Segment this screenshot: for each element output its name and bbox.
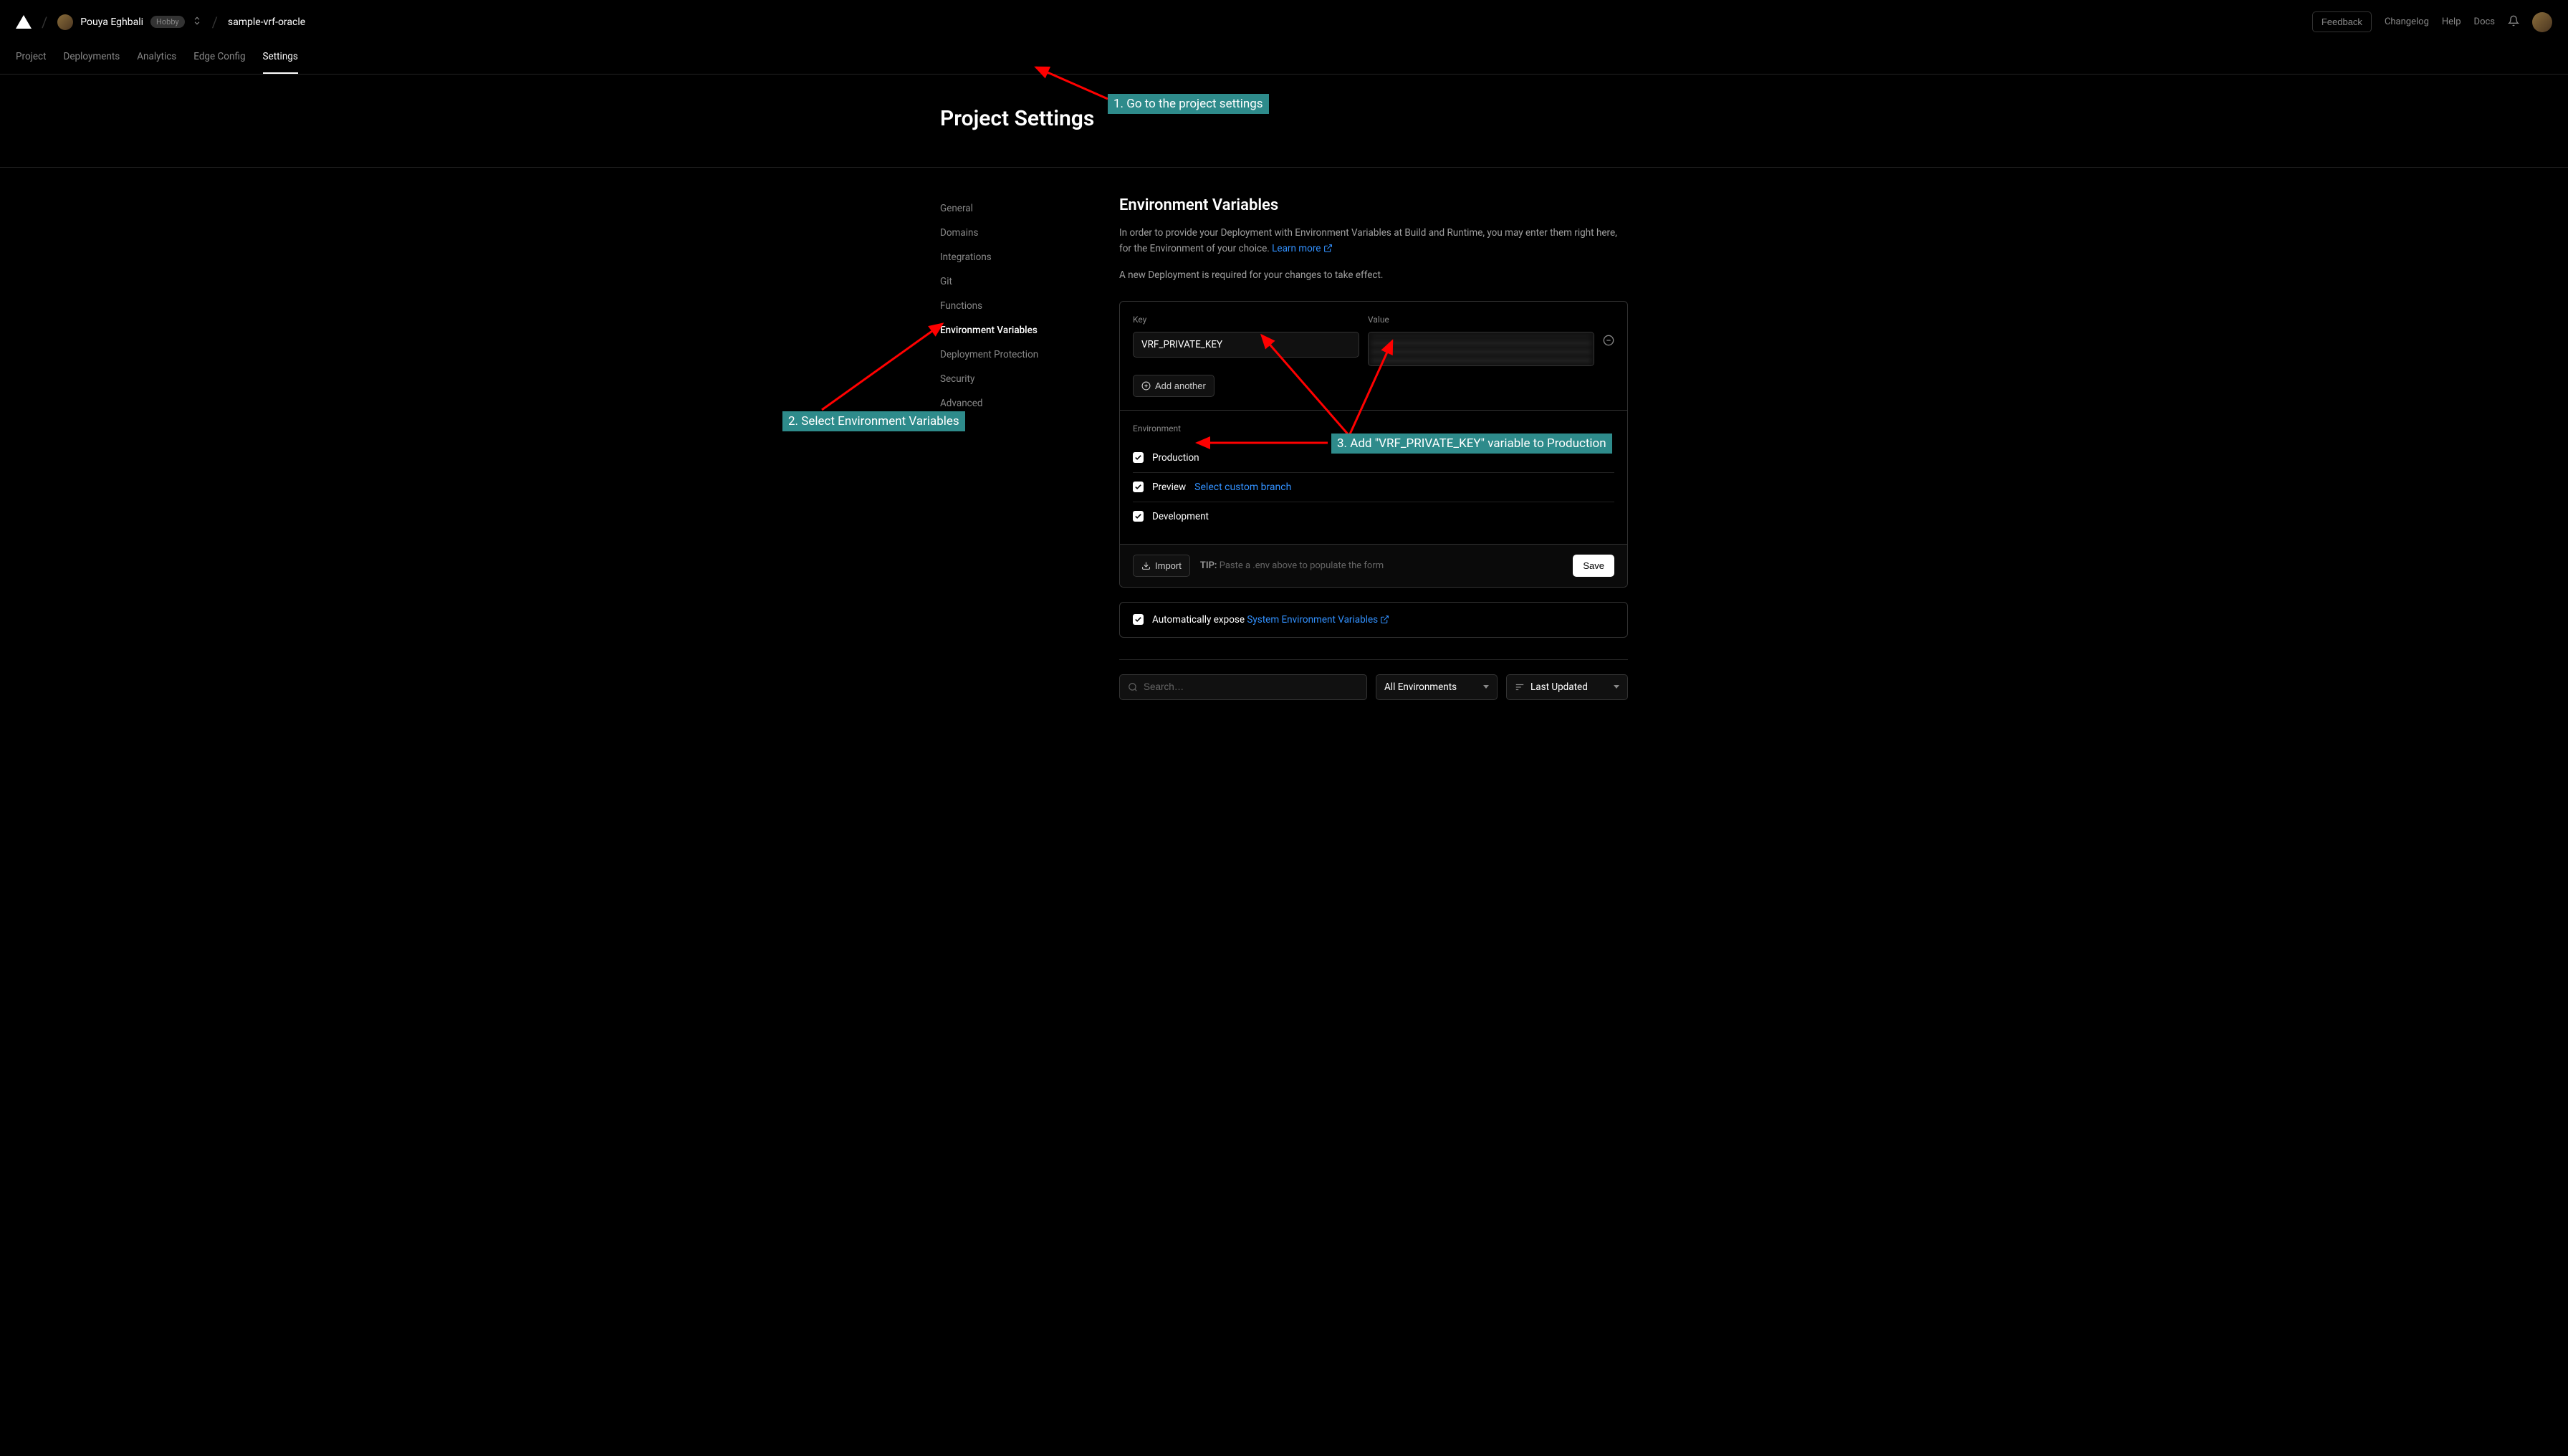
import-button[interactable]: Import bbox=[1133, 555, 1190, 577]
checkbox-preview[interactable] bbox=[1133, 482, 1144, 492]
search-input[interactable] bbox=[1144, 681, 1359, 692]
feedback-button[interactable]: Feedback bbox=[2312, 11, 2372, 32]
user-avatar[interactable] bbox=[2532, 12, 2552, 32]
tab-settings[interactable]: Settings bbox=[263, 44, 298, 74]
filter-environments[interactable]: All Environments bbox=[1376, 674, 1498, 700]
sidebar-item-environment-variables[interactable]: Environment Variables bbox=[940, 318, 1091, 343]
sidebar-item-functions[interactable]: Functions bbox=[940, 294, 1091, 318]
external-link-icon bbox=[1380, 615, 1389, 624]
sidebar-item-deployment-protection[interactable]: Deployment Protection bbox=[940, 343, 1091, 367]
filter-sort-label: Last Updated bbox=[1530, 681, 1588, 693]
deployment-note: A new Deployment is required for your ch… bbox=[1119, 268, 1628, 284]
sidebar-item-domains[interactable]: Domains bbox=[940, 221, 1091, 245]
key-label: Key bbox=[1133, 315, 1359, 325]
annotation-3: 3. Add "VRF_PRIVATE_KEY" variable to Pro… bbox=[1331, 434, 1612, 454]
page-header: Project Settings 1. Go to the project se… bbox=[0, 75, 2568, 168]
sidebar-item-integrations[interactable]: Integrations bbox=[940, 245, 1091, 269]
page-title: Project Settings bbox=[940, 106, 1628, 131]
expose-text: Automatically expose System Environment … bbox=[1152, 614, 1389, 626]
check-icon bbox=[1134, 512, 1142, 520]
sidebar-item-security[interactable]: Security bbox=[940, 367, 1091, 391]
chevron-down-icon bbox=[1483, 685, 1489, 689]
breadcrumb-slash: / bbox=[42, 14, 47, 31]
vercel-logo-icon[interactable] bbox=[16, 15, 32, 29]
tab-edge-config[interactable]: Edge Config bbox=[193, 44, 245, 74]
import-label: Import bbox=[1155, 560, 1182, 571]
avatar-icon bbox=[57, 14, 73, 30]
save-button[interactable]: Save bbox=[1573, 555, 1614, 577]
add-another-label: Add another bbox=[1155, 380, 1206, 391]
user-name: Pouya Eghbali bbox=[80, 16, 143, 28]
download-icon bbox=[1141, 561, 1151, 570]
checkbox-development[interactable] bbox=[1133, 511, 1144, 522]
section-description: In order to provide your Deployment with… bbox=[1119, 226, 1628, 257]
tip-text: TIP: Paste a .env above to populate the … bbox=[1200, 560, 1384, 571]
section-desc-text: In order to provide your Deployment with… bbox=[1119, 227, 1617, 254]
filter-sort[interactable]: Last Updated bbox=[1506, 674, 1628, 700]
checkbox-expose[interactable] bbox=[1133, 614, 1144, 625]
top-header: / Pouya Eghbali Hobby / sample-vrf-oracl… bbox=[0, 0, 2568, 44]
remove-row-icon[interactable] bbox=[1603, 335, 1614, 349]
expose-link-label: System Environment Variables bbox=[1247, 614, 1378, 626]
chevron-down-icon bbox=[1614, 685, 1619, 689]
section-title: Environment Variables bbox=[1119, 196, 1628, 214]
learn-more-link[interactable]: Learn more bbox=[1272, 243, 1333, 254]
plus-circle-icon bbox=[1141, 381, 1151, 391]
env-row-development: Development bbox=[1133, 502, 1614, 531]
tab-deployments[interactable]: Deployments bbox=[64, 44, 120, 74]
check-icon bbox=[1134, 616, 1142, 623]
search-box[interactable] bbox=[1119, 674, 1367, 700]
annotation-1: 1. Go to the project settings bbox=[1108, 94, 1269, 114]
env-label-development: Development bbox=[1152, 511, 1209, 522]
select-custom-branch-link[interactable]: Select custom branch bbox=[1194, 482, 1291, 493]
value-input[interactable] bbox=[1368, 332, 1594, 366]
learn-more-label: Learn more bbox=[1272, 243, 1321, 254]
sidebar-item-git[interactable]: Git bbox=[940, 269, 1091, 294]
tab-project[interactable]: Project bbox=[16, 44, 47, 74]
annotation-arrow-2 bbox=[815, 318, 951, 415]
env-label-preview: Preview bbox=[1152, 482, 1186, 493]
checkbox-production[interactable] bbox=[1133, 452, 1144, 463]
env-row-preview: Preview Select custom branch bbox=[1133, 473, 1614, 502]
sidebar-item-general[interactable]: General bbox=[940, 196, 1091, 221]
env-label-production: Production bbox=[1152, 452, 1199, 464]
system-env-vars-link[interactable]: System Environment Variables bbox=[1247, 614, 1389, 626]
add-another-button[interactable]: Add another bbox=[1133, 375, 1214, 397]
notifications-icon[interactable] bbox=[2508, 15, 2519, 29]
external-link-icon bbox=[1323, 244, 1333, 253]
header-left: / Pouya Eghbali Hobby / sample-vrf-oracl… bbox=[16, 14, 305, 31]
annotation-2: 2. Select Environment Variables bbox=[782, 411, 965, 431]
env-card: Key Value Add another bbox=[1119, 301, 1628, 588]
check-icon bbox=[1134, 454, 1142, 461]
tab-analytics[interactable]: Analytics bbox=[137, 44, 176, 74]
breadcrumb-slash: / bbox=[212, 14, 218, 31]
content: General Domains Integrations Git Functio… bbox=[929, 168, 1639, 729]
tip-label: TIP: bbox=[1200, 560, 1217, 571]
help-link[interactable]: Help bbox=[2442, 16, 2461, 27]
plan-badge: Hobby bbox=[150, 16, 185, 28]
header-right: Feedback Changelog Help Docs bbox=[2312, 11, 2552, 32]
expose-prefix: Automatically expose bbox=[1152, 614, 1247, 626]
filters-row: All Environments Last Updated bbox=[1119, 659, 1628, 700]
tip-body: Paste a .env above to populate the form bbox=[1220, 560, 1384, 571]
environment-label: Environment bbox=[1133, 423, 1614, 434]
team-breadcrumb[interactable]: Pouya Eghbali Hobby bbox=[57, 14, 201, 30]
docs-link[interactable]: Docs bbox=[2474, 16, 2495, 27]
expose-card: Automatically expose System Environment … bbox=[1119, 602, 1628, 638]
main-content: Environment Variables In order to provid… bbox=[1119, 196, 1628, 700]
switcher-icon[interactable] bbox=[192, 16, 202, 29]
key-input[interactable] bbox=[1133, 332, 1359, 358]
env-card-footer: Import TIP: Paste a .env above to popula… bbox=[1120, 544, 1627, 587]
project-breadcrumb[interactable]: sample-vrf-oracle bbox=[228, 16, 305, 28]
sort-icon bbox=[1515, 682, 1525, 692]
project-tabs: Project Deployments Analytics Edge Confi… bbox=[0, 44, 2568, 75]
changelog-link[interactable]: Changelog bbox=[2385, 16, 2429, 27]
settings-sidebar: General Domains Integrations Git Functio… bbox=[940, 196, 1091, 700]
check-icon bbox=[1134, 483, 1142, 491]
filter-env-label: All Environments bbox=[1384, 681, 1457, 693]
value-label: Value bbox=[1368, 315, 1594, 325]
search-icon bbox=[1128, 682, 1138, 692]
